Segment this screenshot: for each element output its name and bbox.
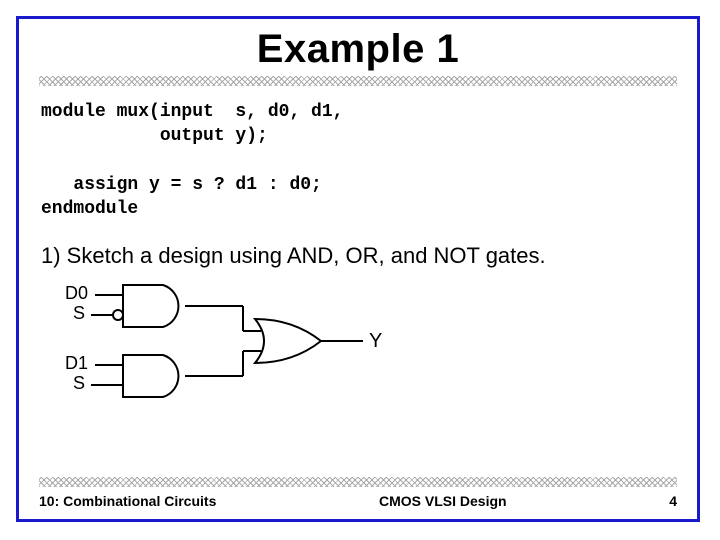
and-gate-bottom: D1 S <box>65 353 223 397</box>
not-bubble-icon <box>113 310 123 320</box>
slide-title: Example 1 <box>19 27 697 72</box>
circuit-diagram: D0 S D1 S <box>63 283 697 418</box>
footer-center: CMOS VLSI Design <box>379 493 507 509</box>
code-line: output y); <box>41 126 268 146</box>
code-line: module mux(input s, d0, d1, <box>41 102 343 122</box>
page-number: 4 <box>669 493 677 509</box>
question-text: 1) Sketch a design using AND, OR, and NO… <box>41 243 697 269</box>
code-line: assign y = s ? d1 : d0; <box>41 175 322 195</box>
label-y: Y <box>369 330 382 352</box>
footer-left: 10: Combinational Circuits <box>39 493 216 509</box>
verilog-code: module mux(input s, d0, d1, output y); a… <box>41 100 697 221</box>
or-gate: Y <box>255 319 382 363</box>
code-line: endmodule <box>41 199 138 219</box>
label-d0: D0 <box>65 283 88 303</box>
footer-divider <box>39 477 677 487</box>
and-gate-top: D0 S <box>65 283 223 327</box>
slide-footer: 10: Combinational Circuits CMOS VLSI Des… <box>39 477 677 509</box>
label-d1: D1 <box>65 353 88 373</box>
label-s-top: S <box>73 303 85 323</box>
title-divider <box>39 76 677 86</box>
label-s-bottom: S <box>73 373 85 393</box>
slide-frame: Example 1 module mux(input s, d0, d1, ou… <box>16 16 700 522</box>
